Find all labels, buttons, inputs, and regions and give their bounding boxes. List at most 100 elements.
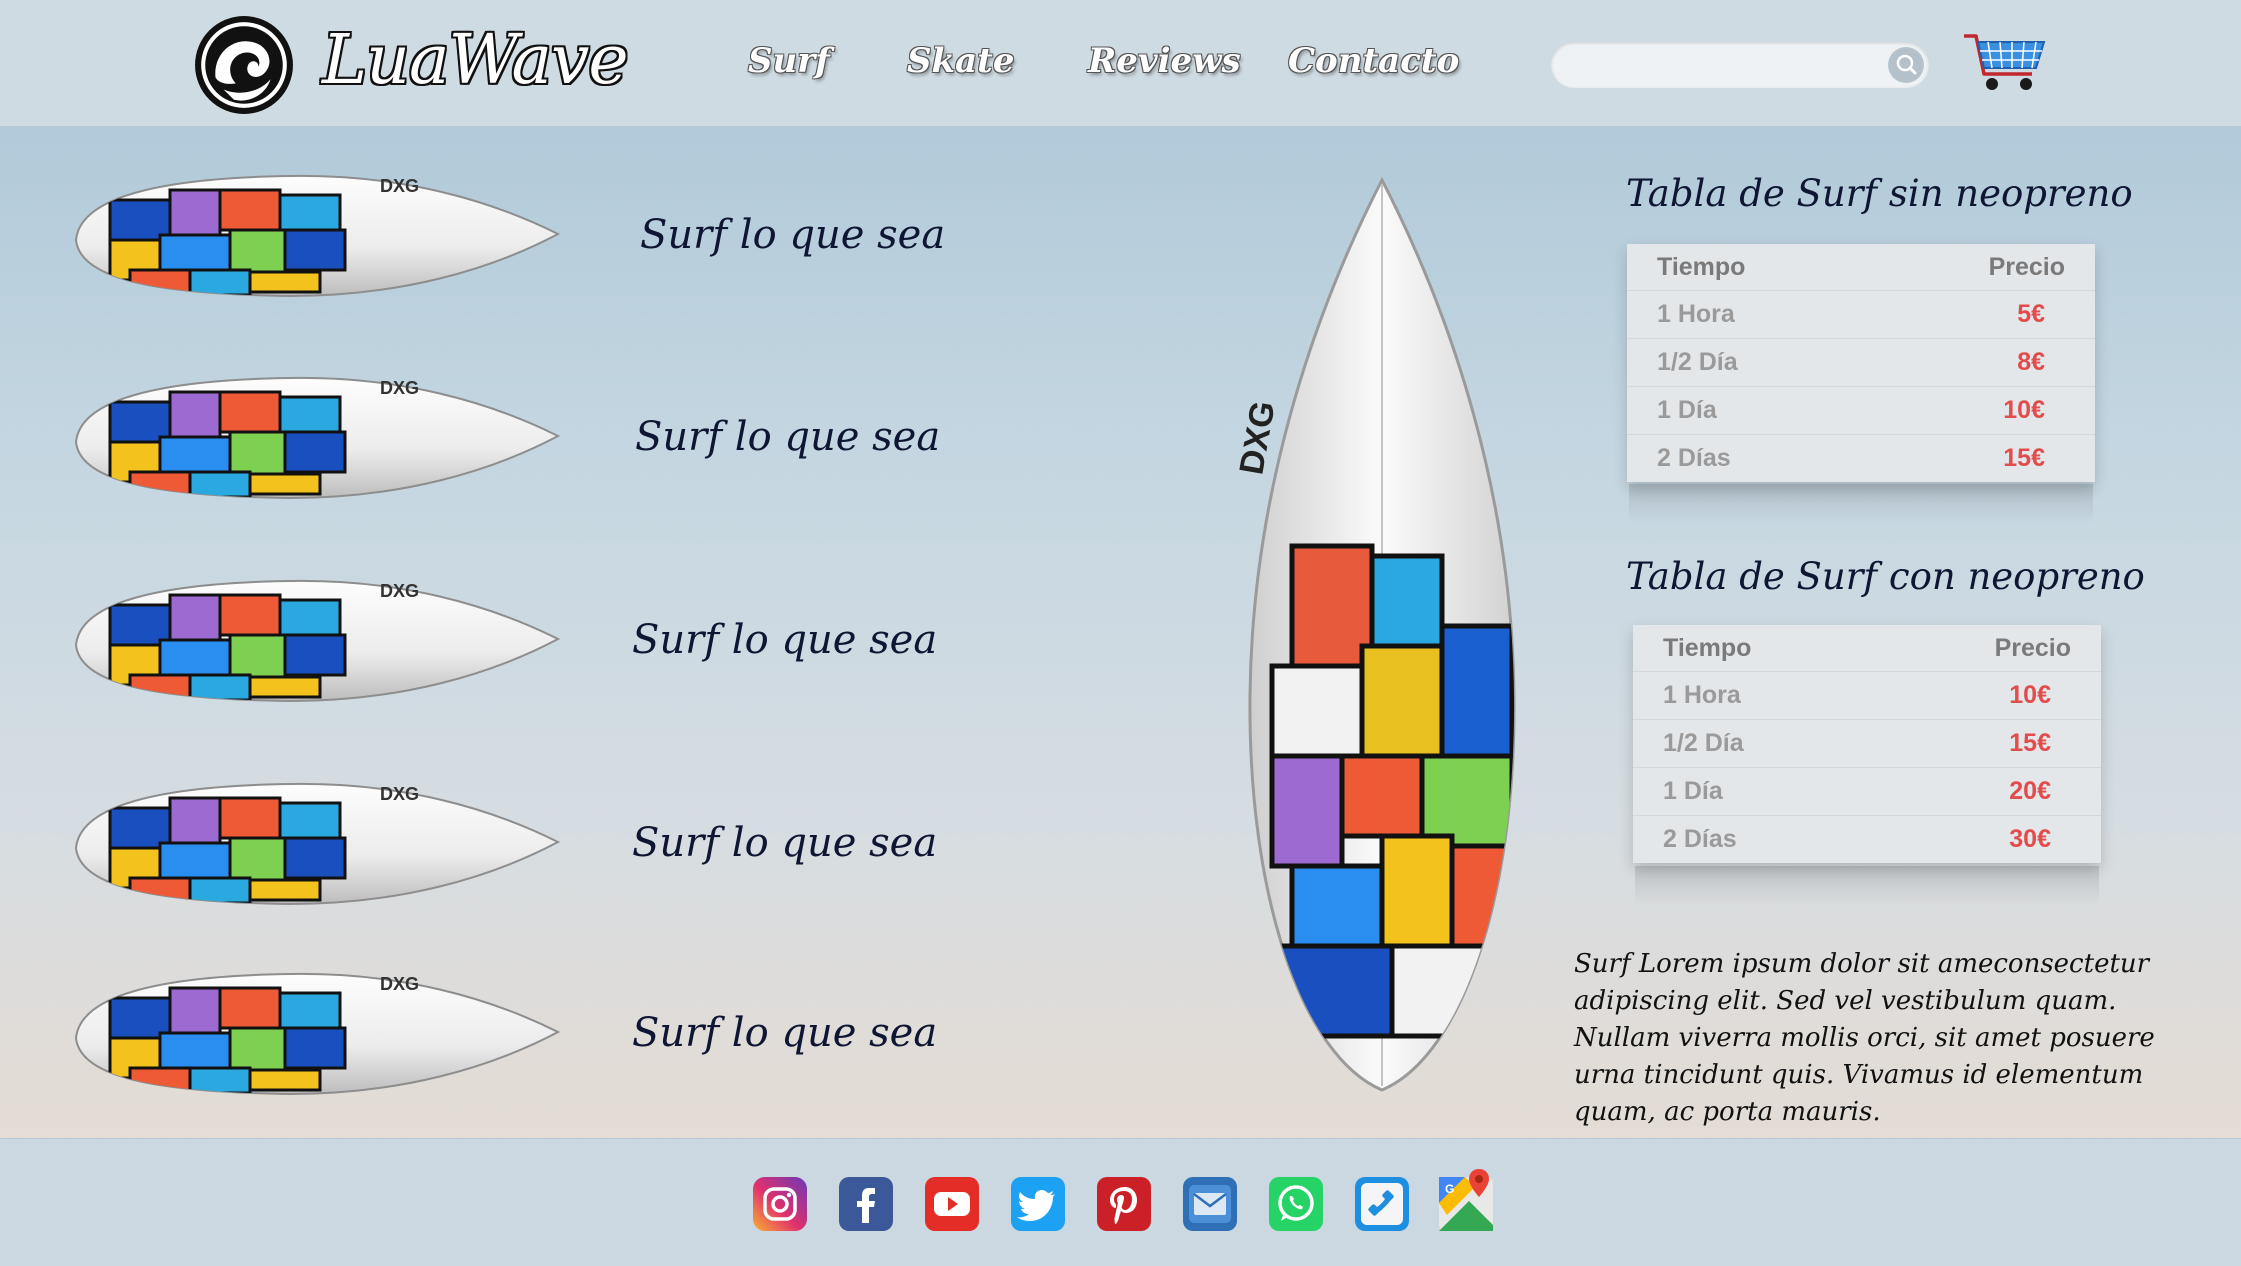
- table-row: 2 Días 30€: [1633, 816, 2101, 864]
- board-graphic-tile: [228, 836, 287, 885]
- column-header-time: Tiempo: [1633, 625, 1877, 672]
- board-graphic-tile: [218, 188, 282, 232]
- board-graphic-tile: [168, 390, 222, 439]
- board-brand-mark: DXG: [380, 581, 419, 601]
- board-graphic-tile: [168, 986, 222, 1035]
- board-label[interactable]: Surf lo que sea: [632, 1003, 937, 1063]
- wave-logo-icon[interactable]: [193, 14, 295, 116]
- mail-icon[interactable]: [1183, 1177, 1237, 1231]
- instagram-icon[interactable]: [753, 1177, 807, 1231]
- board-graphic-tile: [188, 1066, 252, 1094]
- board-graphic-tile: [228, 430, 287, 479]
- whatsapp-icon[interactable]: [1269, 1177, 1323, 1231]
- board-brand-mark: DXG: [380, 378, 419, 398]
- board-graphic-tile: [283, 1026, 347, 1070]
- board-graphic-tile: [188, 673, 252, 701]
- surfboard-image: DXG: [74, 376, 561, 500]
- board-graphic-tile: [248, 270, 322, 294]
- nav-link-skate[interactable]: Skate: [907, 36, 1014, 86]
- board-label[interactable]: Surf lo que sea: [635, 407, 940, 467]
- column-header-price: Precio: [1870, 244, 2095, 291]
- board-graphic-tile: [218, 986, 282, 1030]
- nav-link-contacto[interactable]: Contacto: [1288, 36, 1459, 86]
- board-graphic-tile: [228, 633, 287, 682]
- board-graphic-tile: [283, 430, 347, 474]
- price-table-title: Tabla de Surf sin neopreno: [1626, 172, 2133, 215]
- board-graphic-tile: [278, 193, 342, 232]
- board-graphic-tile: [188, 876, 252, 904]
- board-graphic-tile: [218, 593, 282, 637]
- board-graphic-tile: [188, 470, 252, 498]
- board-graphic-tile: [278, 598, 342, 637]
- board-graphic-tile: [188, 268, 252, 296]
- time-cell: 1 Hora: [1627, 290, 1871, 339]
- price-table: Tiempo Precio 1 Hora 10€ 1/2 Día 15€ 1 Día 2…: [1633, 625, 2101, 863]
- board-item[interactable]: DXG Surf lo que sea: [60, 958, 960, 1108]
- time-cell: 1 Hora: [1633, 671, 1877, 720]
- table-row: 1 Día 10€: [1627, 386, 2095, 435]
- board-graphic-tile: [228, 1026, 287, 1075]
- time-cell: 1 Día: [1627, 386, 1871, 435]
- site-header: LuaWave Surf Skate Reviews Contacto: [0, 0, 2241, 127]
- board-graphic-tile: [283, 633, 347, 677]
- shopping-cart-icon[interactable]: [1962, 32, 2048, 94]
- time-cell: 2 Días: [1657, 444, 1731, 472]
- surfboard-image: DXG: [74, 174, 561, 298]
- board-graphic-tile: [248, 472, 322, 496]
- table-row: 2 Días 15€: [1627, 435, 2095, 483]
- board-brand-mark: DXG: [380, 784, 419, 804]
- facebook-icon[interactable]: [839, 1177, 893, 1231]
- board-graphic-tile: [218, 796, 282, 840]
- price-cell: 10€: [1870, 386, 2095, 435]
- board-graphic-tile: [128, 876, 192, 904]
- board-graphic-tile: [278, 395, 342, 434]
- brand-name[interactable]: LuaWave: [322, 16, 629, 106]
- table-row: 1 Hora 5€: [1627, 290, 2095, 339]
- time-cell: 1 Día: [1633, 767, 1877, 816]
- board-brand-mark: DXG: [380, 176, 419, 196]
- column-header-time: Tiempo: [1627, 244, 1871, 291]
- price-table-title: Tabla de Surf con neopreno: [1626, 555, 2145, 598]
- table-row: 1/2 Día 8€: [1627, 338, 2095, 387]
- price-cell: 15€: [1876, 719, 2101, 768]
- surfboard-image: DXG: [74, 782, 561, 906]
- board-graphic-tile: [218, 390, 282, 434]
- board-graphic-tile: [168, 593, 222, 642]
- price-table: Tiempo Precio 1 Hora 5€ 1/2 Día 8€ 1 Día 10€…: [1627, 244, 2095, 482]
- board-graphic-tile: [278, 991, 342, 1030]
- price-cell: 5€: [1870, 290, 2095, 339]
- site-footer: G: [0, 1138, 2241, 1266]
- card-shadow: [1635, 866, 2099, 906]
- board-label[interactable]: Surf lo que sea: [640, 205, 945, 265]
- search-button[interactable]: [1888, 47, 1924, 83]
- youtube-icon[interactable]: [925, 1177, 979, 1231]
- search-input[interactable]: [1551, 42, 1929, 88]
- board-item[interactable]: DXG Surf lo que sea: [60, 160, 960, 310]
- board-graphic-tile: [248, 878, 322, 902]
- board-item[interactable]: DXG Surf lo que sea: [60, 768, 960, 918]
- price-cell: 15€: [2003, 444, 2045, 472]
- board-item[interactable]: DXG Surf lo que sea: [60, 362, 960, 512]
- price-cell: 8€: [1870, 338, 2095, 387]
- board-graphic-tile: [128, 1066, 192, 1094]
- google-maps-icon[interactable]: G: [1439, 1169, 1493, 1231]
- table-row: 1 Día 20€: [1633, 767, 2101, 816]
- twitter-icon[interactable]: [1011, 1177, 1065, 1231]
- phone-icon[interactable]: [1355, 1177, 1409, 1231]
- nav-link-reviews[interactable]: Reviews: [1088, 36, 1241, 86]
- board-graphic-tile: [168, 188, 222, 237]
- svg-text:G: G: [1445, 1182, 1454, 1196]
- time-cell: 2 Días: [1663, 825, 1737, 853]
- board-label[interactable]: Surf lo que sea: [632, 813, 937, 873]
- featured-surfboard-image[interactable]: DXG: [1232, 176, 1532, 1096]
- surfboard-image: DXG: [74, 972, 561, 1096]
- board-item[interactable]: DXG Surf lo que sea: [60, 565, 960, 715]
- pinterest-icon[interactable]: [1097, 1177, 1151, 1231]
- board-graphic-tile: [128, 268, 192, 296]
- svg-text:DXG: DXG: [1232, 398, 1282, 477]
- board-graphic-tile: [283, 228, 347, 272]
- table-row: 1 Hora 10€: [1633, 671, 2101, 720]
- board-label[interactable]: Surf lo que sea: [632, 610, 937, 670]
- nav-link-surf[interactable]: Surf: [748, 36, 830, 86]
- price-cell: 30€: [2009, 825, 2051, 853]
